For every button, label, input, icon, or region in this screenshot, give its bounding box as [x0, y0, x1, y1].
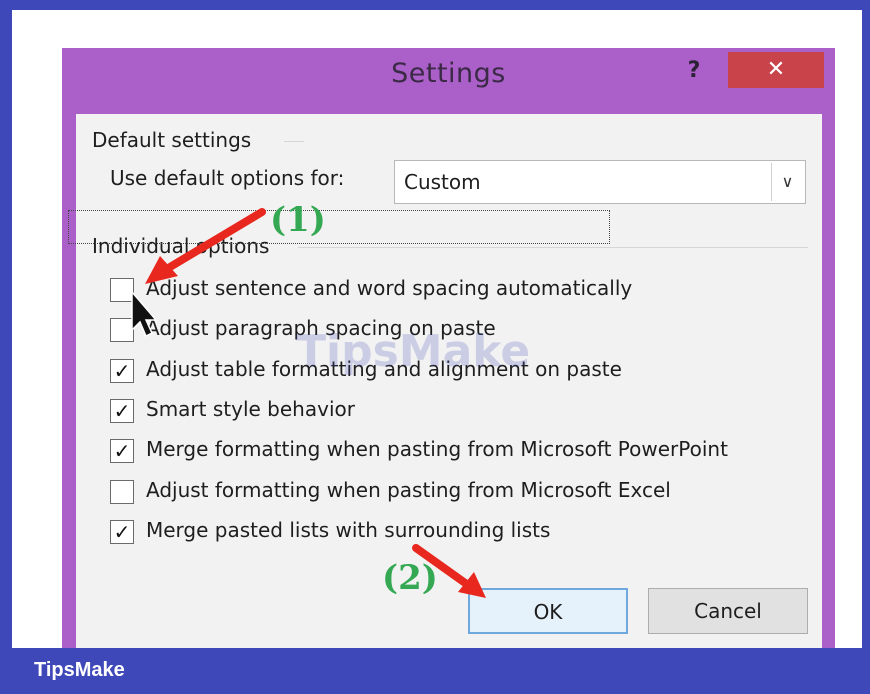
arrow-icon [412, 544, 486, 598]
annotation-overlay [131, 208, 486, 598]
cursor-icon [131, 289, 158, 338]
footer-bar: TipsMake [0, 648, 870, 694]
footer-brand: TipsMake [34, 659, 125, 681]
arrow-icon [145, 208, 266, 284]
